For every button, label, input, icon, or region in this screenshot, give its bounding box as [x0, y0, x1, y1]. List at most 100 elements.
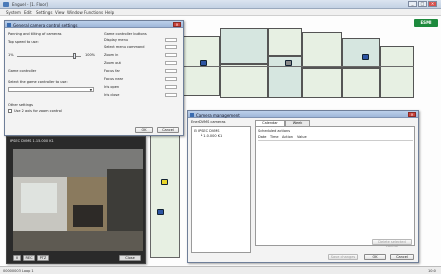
camera-list-header: EnerDVMS cameras	[191, 120, 226, 124]
camera-settings-dialog: General camera control settings × Pannin…	[4, 20, 184, 136]
video-window: IPSEC DVMS 1.15.000 K1 II REC PTZ Close	[6, 136, 146, 264]
menu-window[interactable]: Window	[67, 10, 83, 15]
camera-icon[interactable]	[157, 209, 164, 215]
menu-view[interactable]: View	[55, 10, 65, 15]
cancel-button[interactable]: Cancel	[390, 254, 414, 260]
button-assignment-field[interactable]	[165, 38, 177, 42]
menu-bar: System Edit Settings View Window Functio…	[0, 9, 441, 16]
floor-room[interactable]	[220, 64, 268, 98]
corridor-wall	[180, 66, 414, 67]
ok-button[interactable]: OK	[135, 127, 153, 133]
top-speed-label: Top speed to use:	[8, 40, 39, 44]
button-assignment-field[interactable]	[165, 77, 177, 81]
button-assignment-field[interactable]	[165, 45, 177, 49]
record-button[interactable]: REC	[23, 255, 35, 261]
tree-child-label: 1.0.000 K1	[203, 134, 223, 138]
dialog-title-bar: Camera management ×	[188, 111, 418, 118]
close-icon[interactable]: ×	[408, 112, 416, 117]
video-window-glass	[21, 183, 57, 213]
floor-room[interactable]	[268, 28, 302, 56]
tree-child[interactable]: └ 1.0.000 K1	[200, 134, 222, 138]
title-bar: Enguel - [1. Floor] _ □ ×	[0, 0, 441, 9]
action-iris-open: Iris open	[104, 85, 120, 89]
floor-room[interactable]	[342, 38, 380, 68]
column-action: Action	[282, 135, 293, 139]
camera-icon[interactable]	[285, 60, 292, 66]
minimize-button[interactable]: _	[408, 1, 417, 7]
floor-room[interactable]	[220, 28, 268, 64]
status-left: 00000003 Loop 1	[3, 269, 34, 273]
application-window: Enguel - [1. Floor] _ □ × System Edit Se…	[0, 0, 441, 274]
menu-edit[interactable]: Edit	[24, 10, 32, 15]
controller-select[interactable]: ▼	[8, 87, 94, 92]
column-value: Value	[297, 135, 307, 139]
zoom-checkbox-label: Use 2 axis for zoom control	[14, 109, 62, 113]
tree-root[interactable]: ⊟ IPSEC DVMS	[194, 129, 219, 133]
dialog-title-bar: General camera control settings ×	[5, 21, 183, 28]
ptz-button[interactable]: PTZ	[37, 255, 49, 261]
menu-settings[interactable]: Settings	[36, 10, 52, 15]
select-controller-label: Select the game controller to use:	[8, 80, 68, 84]
video-monitor	[73, 205, 103, 227]
video-title: IPSEC DVMS 1.15.000 K1	[10, 139, 54, 143]
dialog-icon	[7, 22, 11, 27]
camera-icon[interactable]	[362, 54, 369, 60]
status-clock: 10:0	[428, 269, 436, 273]
controller-buttons-header: Game controller buttons	[104, 32, 147, 36]
speed-slider-thumb[interactable]	[73, 53, 77, 59]
tab-panel: Scheduled actions Date Time Action Value…	[255, 126, 415, 248]
chevron-down-icon: ▼	[89, 87, 92, 92]
action-zoom-out: Zoom out	[104, 61, 121, 65]
menu-system[interactable]: System	[6, 10, 21, 15]
camera-icon[interactable]	[161, 179, 168, 185]
cancel-button[interactable]: Cancel	[157, 127, 179, 133]
action-display-menu: Display menu	[104, 38, 129, 42]
tree-root-label: IPSEC DVMS	[198, 129, 220, 133]
button-assignment-field[interactable]	[165, 69, 177, 73]
save-changes-button[interactable]: Save changes	[328, 254, 358, 260]
floor-room[interactable]	[342, 68, 380, 98]
zoom-axis-checkbox[interactable]	[8, 109, 12, 113]
button-assignment-field[interactable]	[165, 93, 177, 97]
esmi-logo: ESMI	[414, 19, 438, 27]
floor-room[interactable]	[302, 68, 342, 98]
video-desk	[13, 231, 143, 251]
ok-button[interactable]: OK	[364, 254, 386, 260]
dialog-title: Camera management	[196, 112, 240, 118]
column-time: Time	[270, 135, 279, 139]
speed-slider-track[interactable]	[17, 56, 81, 57]
delete-control-button[interactable]: Delete selected control	[372, 239, 412, 248]
camera-icon[interactable]	[200, 60, 207, 66]
close-icon[interactable]: ×	[173, 22, 181, 27]
game-controller-section-label: Game controller	[8, 69, 37, 73]
floor-plan	[180, 28, 416, 104]
close-video-button[interactable]: Close	[119, 255, 141, 261]
action-select-menu-command: Select menu command	[104, 45, 145, 49]
slider-max-label: 100%	[85, 53, 96, 57]
other-settings-label: Other settings	[8, 103, 34, 107]
menu-functions[interactable]: Functions	[84, 10, 103, 15]
floor-room[interactable]	[302, 32, 342, 68]
action-zoom-in: Zoom in	[104, 53, 119, 57]
camera-tree[interactable]: ⊟ IPSEC DVMS └ 1.0.000 K1	[191, 126, 251, 253]
pan-tilt-section-label: Panning and tilting of cameras	[8, 32, 62, 36]
button-assignment-field[interactable]	[165, 61, 177, 65]
pause-button[interactable]: II	[13, 255, 21, 261]
button-assignment-field[interactable]	[165, 85, 177, 89]
action-focus-near: Focus near	[104, 77, 124, 81]
tab-area: Calendar controls Week settings Schedule…	[255, 120, 417, 260]
schedule-table-header: Date Time Action Value	[258, 135, 413, 141]
button-assignment-field[interactable]	[165, 53, 177, 57]
dialog-title: General camera control settings	[13, 22, 78, 28]
action-iris-close: Iris close	[104, 93, 120, 97]
column-date: Date	[258, 135, 267, 139]
maximize-button[interactable]: □	[418, 1, 427, 7]
status-bar: 00000003 Loop 1 10:0	[0, 266, 441, 274]
menu-help[interactable]: Help	[105, 10, 114, 15]
action-focus-far: Focus far	[104, 69, 120, 73]
window-title: Enguel - [1. Floor]	[12, 2, 48, 7]
camera-video-feed[interactable]	[13, 149, 143, 251]
app-icon	[3, 2, 9, 7]
floor-room[interactable]	[380, 46, 414, 98]
close-window-button[interactable]: ×	[428, 1, 437, 7]
